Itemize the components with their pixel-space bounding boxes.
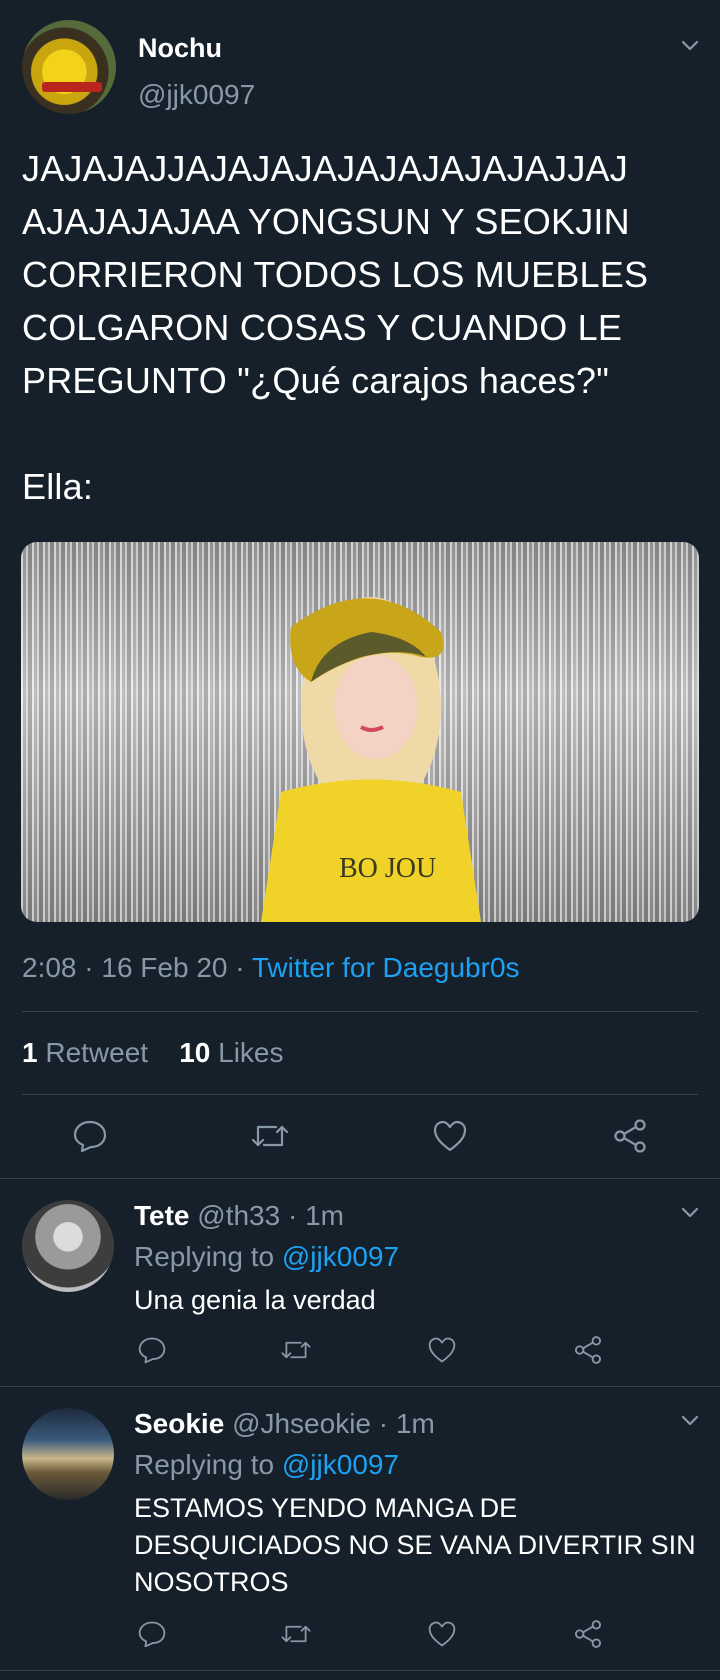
share-icon (614, 1119, 646, 1153)
divider (22, 1094, 698, 1095)
reply-icon (138, 1621, 166, 1648)
retweet-button[interactable] (246, 1114, 294, 1158)
timestamp: 2:08 · 16 Feb 20 · (22, 952, 252, 983)
source-link[interactable]: Twitter for Daegubr0s (252, 952, 520, 983)
replying-prefix: Replying to (134, 1449, 282, 1480)
like-icon (433, 1120, 467, 1152)
reply-tweet[interactable]: Tete @th33 · 1m Replying to @jjk0097 Una… (0, 1179, 720, 1385)
reply-tweet[interactable]: Seokie @Jhseokie · 1m Replying to @jjk00… (0, 1387, 720, 1669)
replying-prefix: Replying to (134, 1241, 282, 1272)
divider (22, 1011, 698, 1012)
author-handle[interactable]: @jjk0097 (138, 79, 255, 111)
likes-label[interactable]: Likes (218, 1037, 283, 1068)
share-button[interactable] (606, 1114, 654, 1158)
like-icon (428, 1337, 456, 1363)
author-name[interactable]: Nochu (138, 33, 222, 64)
retweets-count[interactable]: 1 (22, 1037, 38, 1068)
reply-name[interactable]: Tete (134, 1200, 190, 1231)
replying-to: Replying to @jjk0097 (134, 1449, 399, 1481)
avatar[interactable] (22, 1200, 114, 1292)
retweets-label[interactable]: Retweet (45, 1037, 148, 1068)
main-tweet: Nochu @jjk0097 JAJAJAJJAJAJAJAJAJAJAJAJA… (0, 0, 720, 1178)
shirt-print: BO JOU (339, 853, 436, 884)
person-illustration: BO JOU (261, 597, 481, 922)
likes-count[interactable]: 10 (179, 1037, 210, 1068)
reply-icon (73, 1120, 107, 1153)
tweet-text: JAJAJAJJAJAJAJAJAJAJAJAJAJJAJ AJAJAJAJAA… (22, 148, 649, 507)
chevron-down-icon[interactable] (678, 1409, 702, 1433)
share-button[interactable] (568, 1615, 608, 1653)
avatar[interactable] (22, 20, 116, 114)
retweet-button[interactable] (276, 1331, 316, 1369)
like-icon (428, 1621, 456, 1647)
mention-link[interactable]: @jjk0097 (282, 1449, 399, 1480)
retweet-icon (251, 1125, 289, 1147)
reply-name[interactable]: Seokie (134, 1408, 224, 1439)
reply-icon (138, 1337, 166, 1364)
reply-text: ESTAMOS YENDO MANGA DE DESQUICIADOS NO S… (134, 1493, 696, 1597)
reply-button[interactable] (132, 1331, 172, 1369)
reply-button[interactable] (66, 1114, 114, 1158)
reply-author[interactable]: Tete @th33 · 1m (134, 1200, 344, 1232)
share-icon (575, 1620, 601, 1648)
avatar[interactable] (22, 1408, 114, 1500)
reply-author[interactable]: Seokie @Jhseokie · 1m (134, 1408, 435, 1440)
chevron-down-icon[interactable] (678, 34, 702, 58)
share-button[interactable] (568, 1331, 608, 1369)
reply-handle[interactable]: @Jhseokie · 1m (232, 1408, 435, 1439)
reply-text: Una genia la verdad (134, 1285, 376, 1315)
like-button[interactable] (426, 1114, 474, 1158)
mention-link[interactable]: @jjk0097 (282, 1241, 399, 1272)
retweet-icon (281, 1625, 311, 1643)
retweet-button[interactable] (276, 1615, 316, 1653)
tweet-stats: 1 Retweet 10 Likes (22, 1037, 284, 1069)
retweet-icon (281, 1341, 311, 1359)
like-button[interactable] (422, 1331, 462, 1369)
tweet-image[interactable]: BO JOU (21, 542, 699, 922)
like-button[interactable] (422, 1615, 462, 1653)
chevron-down-icon[interactable] (678, 1201, 702, 1225)
share-icon (575, 1336, 601, 1364)
tweet-meta: 2:08 · 16 Feb 20 · Twitter for Daegubr0s (22, 952, 520, 984)
reply-handle[interactable]: @th33 · 1m (197, 1200, 344, 1231)
replying-to: Replying to @jjk0097 (134, 1241, 399, 1273)
reply-button[interactable] (132, 1615, 172, 1653)
divider (0, 1670, 720, 1671)
